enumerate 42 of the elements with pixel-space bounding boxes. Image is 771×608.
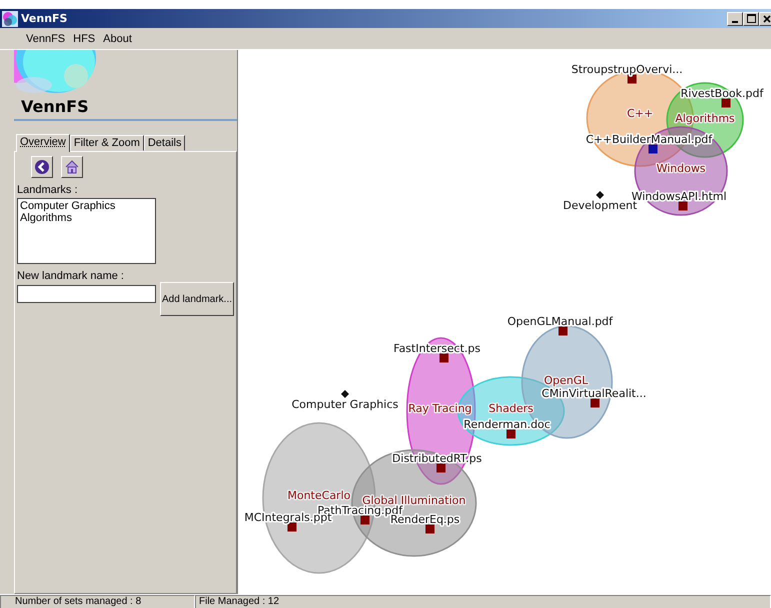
status-text: Number of sets managed : 8: [0, 595, 195, 608]
set-label: Shaders: [488, 402, 534, 415]
set-label: MonteCarlo: [288, 489, 350, 502]
home-button[interactable]: [61, 156, 83, 178]
close-icon: [763, 14, 771, 22]
window-title: VennFS: [21, 12, 68, 25]
landmark-marker: [341, 390, 349, 398]
file-name: CMinVirtualRealit...: [542, 387, 646, 400]
list-item[interactable]: Algorithms: [20, 212, 153, 224]
tab[interactable]: Details: [144, 135, 186, 151]
new-landmark-label: New landmark name :: [17, 270, 125, 282]
list-item[interactable]: Computer Graphics: [20, 200, 153, 212]
set-label: Windows: [656, 162, 706, 175]
file-name: RivestBook.pdf: [680, 87, 764, 100]
add-landmark-button[interactable]: Add landmark...: [160, 282, 234, 316]
landmarks-list[interactable]: Computer Graphics Algorithms: [17, 198, 156, 264]
set-label: C++: [626, 107, 654, 120]
landmarks-label: Landmarks :: [17, 184, 79, 196]
tab[interactable]: Filter & Zoom: [70, 135, 144, 151]
landmark-name-field[interactable]: [17, 285, 156, 303]
home-icon: [64, 159, 80, 175]
app-heading: VennFS: [20, 96, 90, 118]
set-label: Global Illumination: [362, 494, 466, 507]
set-label: OpenGL: [544, 374, 588, 387]
landmark-marker: [596, 191, 604, 199]
file-name: Renderman.doc: [464, 418, 550, 431]
file-name: StroupstrupOvervi...: [571, 63, 683, 76]
maximize-button[interactable]: [743, 12, 759, 26]
minimize-icon: [732, 20, 738, 22]
maximize-icon: [746, 14, 756, 23]
app-icon: [2, 10, 18, 26]
status-text: File Managed : 12: [195, 595, 771, 608]
close-button[interactable]: [759, 12, 771, 26]
landmark-label: Computer Graphics: [292, 398, 398, 411]
menu-item[interactable]: About: [103, 32, 132, 44]
minimize-button[interactable]: [727, 12, 743, 26]
tab[interactable]: Overview: [16, 134, 70, 152]
menu-item[interactable]: HFS: [73, 32, 96, 44]
menu-item[interactable]: VennFS: [26, 32, 66, 44]
back-button[interactable]: [31, 156, 53, 178]
file-name: OpenGLManual.pdf: [507, 315, 613, 328]
set-label: Algorithms: [675, 112, 735, 125]
